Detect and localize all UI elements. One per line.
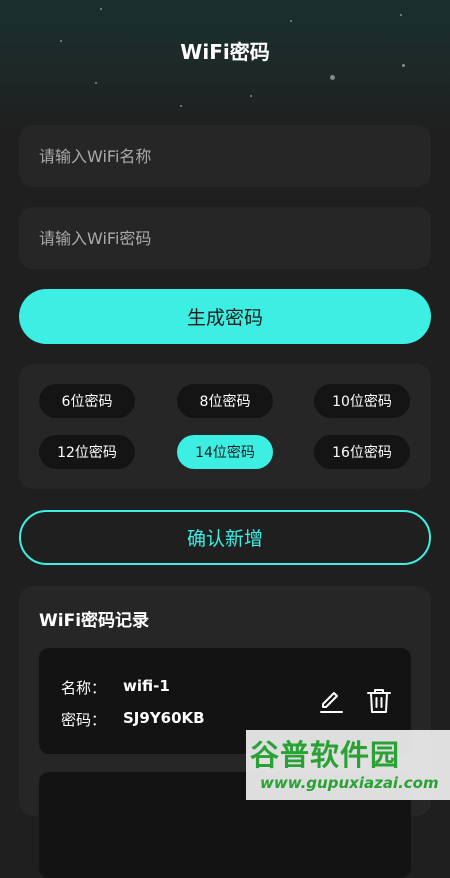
record-password-value: SJ9Y60KB [123, 709, 205, 727]
watermark-logo: 谷普软件园 www.gupuxiazai.com [246, 730, 450, 800]
record-name-label: 名称： [61, 679, 107, 697]
record-name-row: 名称： wifi-1 [61, 677, 170, 698]
length-chip-6[interactable]: 6位密码 [39, 384, 135, 418]
star-decoration [95, 82, 97, 84]
record-password-label: 密码： [61, 711, 107, 729]
generate-password-button[interactable]: 生成密码 [19, 289, 431, 344]
record-password-row: 密码： SJ9Y60KB [61, 709, 205, 730]
star-decoration [400, 14, 402, 16]
pencil-icon[interactable] [317, 687, 345, 715]
header: WiFi密码 [0, 0, 450, 130]
length-chip-8[interactable]: 8位密码 [177, 384, 273, 418]
password-length-panel: 6位密码 8位密码 10位密码 12位密码 14位密码 16位密码 [19, 364, 431, 489]
watermark-title: 谷普软件园 [250, 738, 401, 772]
confirm-add-button[interactable]: 确认新增 [19, 510, 431, 565]
star-decoration [180, 105, 182, 107]
wifi-password-input[interactable] [19, 207, 431, 269]
page-title: WiFi密码 [180, 40, 270, 64]
trash-icon[interactable] [365, 687, 393, 715]
wifi-name-input[interactable] [19, 125, 431, 187]
length-chip-14[interactable]: 14位密码 [177, 435, 273, 469]
star-decoration [330, 75, 335, 80]
length-chip-16[interactable]: 16位密码 [314, 435, 410, 469]
records-title: WiFi密码记录 [39, 611, 150, 631]
length-chip-12[interactable]: 12位密码 [39, 435, 135, 469]
star-decoration [250, 95, 252, 97]
star-decoration [290, 20, 292, 22]
length-chip-10[interactable]: 10位密码 [314, 384, 410, 418]
star-decoration [100, 8, 102, 10]
watermark-url: www.gupuxiazai.com [260, 774, 439, 792]
record-name-value: wifi-1 [123, 677, 170, 695]
